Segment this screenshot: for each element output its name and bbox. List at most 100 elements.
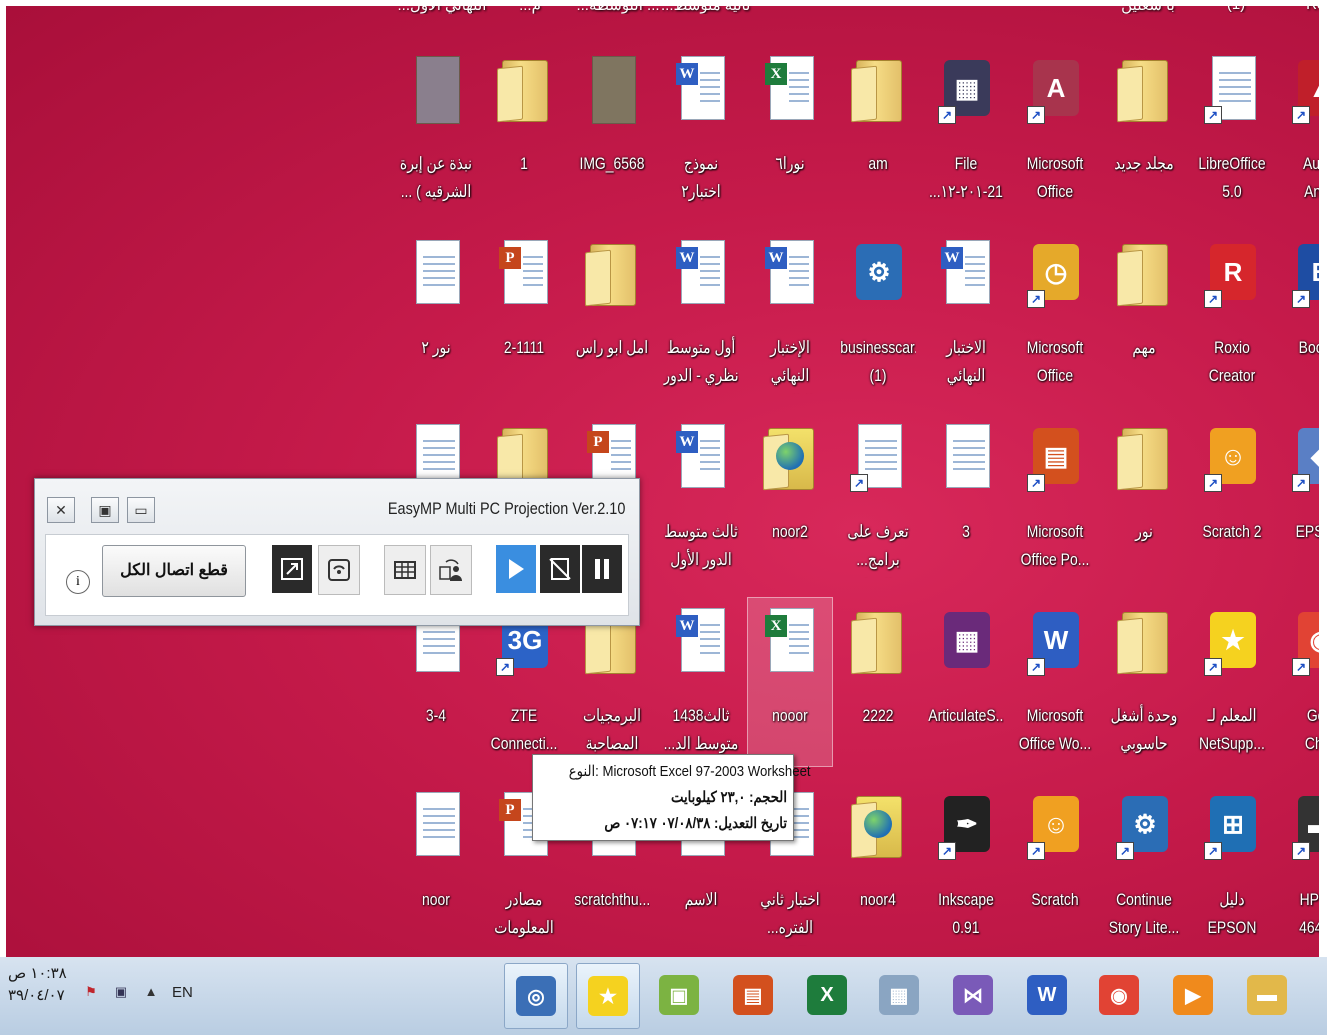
- desktop-icon[interactable]: Xnooor: [747, 597, 833, 767]
- shortcut-arrow-icon: ↗: [1027, 474, 1045, 492]
- disconnect-all-button[interactable]: قطع اتصال الكل: [102, 545, 246, 597]
- layout-button[interactable]: [384, 545, 426, 595]
- taskbar-powerpoint-button[interactable]: ▤: [722, 963, 784, 1027]
- desktop-icon[interactable]: noor: [394, 782, 478, 950]
- no-display-icon: [549, 558, 571, 580]
- desktop-icon[interactable]: مجلد جديد: [1102, 46, 1186, 214]
- powerpoint-icon: ▤: [733, 975, 773, 1015]
- desktop-icon[interactable]: W ثالث متوسط الدور الأول: [659, 414, 743, 582]
- desktop-icon-label: Microsoft Office Wo...: [1018, 706, 1092, 753]
- network-icon[interactable]: ▣: [112, 983, 130, 1001]
- shortcut-arrow-icon: ↗: [1204, 106, 1222, 124]
- desktop-icon[interactable]: X نورا٦: [748, 46, 832, 214]
- desktop-icon[interactable]: ☺ ↗ Scratch: [1013, 782, 1097, 950]
- desktop-icon[interactable]: ▦ ArticulateS...: [924, 598, 1008, 766]
- clock[interactable]: ١٠:٣٨ ص ٣٩/٠٤/٠٧: [8, 963, 67, 1007]
- taskbar-calculator-button[interactable]: ▦: [868, 963, 930, 1027]
- desktop-icon[interactable]: W ثالث1438 ...متوسط الد: [659, 598, 743, 766]
- users-button[interactable]: [430, 545, 472, 595]
- users-icon: [439, 559, 462, 581]
- desktop-icon[interactable]: ◆↗ EPSON: [1278, 414, 1319, 582]
- pause-button[interactable]: [582, 545, 622, 593]
- desktop-icon[interactable]: ⚙ businesscar... (1): [836, 230, 920, 398]
- desktop-icon-label: File ...٢٠١-١٢-21: [929, 154, 1003, 201]
- app-icon: ▲↗: [1290, 56, 1319, 124]
- desktop-icon[interactable]: noor4: [836, 782, 920, 950]
- document-icon: [406, 792, 466, 858]
- desktop-icon[interactable]: نبذة عن إبرة ... ( الشرقيه: [394, 46, 478, 214]
- desktop-icon[interactable]: B↗ Bookin: [1278, 230, 1319, 398]
- taskbar-easymp-button[interactable]: ◎: [504, 963, 568, 1029]
- visual-studio-icon: ⋈: [953, 975, 993, 1015]
- excel-document-icon: X: [760, 56, 820, 122]
- image-file-icon: [406, 56, 466, 124]
- desktop-icon-label: 3: [962, 522, 970, 541]
- desktop-icon[interactable]: وحدة أشغل حاسوبي: [1102, 598, 1186, 766]
- desktop-icon[interactable]: ▬↗ HP De 4640 s: [1278, 782, 1319, 950]
- desktop-icon[interactable]: 3: [924, 414, 1008, 582]
- desktop-icon-label: Scratch 2: [1202, 522, 1262, 541]
- desktop-icon[interactable]: W أول متوسط نظري - الدور ١: [659, 230, 743, 398]
- folder-icon: [848, 56, 908, 122]
- shortcut-arrow-icon: ↗: [1204, 658, 1222, 676]
- desktop-icon[interactable]: 1: [482, 46, 566, 214]
- projection-window-button[interactable]: [272, 545, 312, 593]
- play-button[interactable]: [496, 545, 536, 593]
- desktop-icon[interactable]: ✒ ↗ Inkscape 0.91: [924, 782, 1008, 950]
- language-indicator[interactable]: EN: [172, 984, 193, 1001]
- desktop-icon[interactable]: ▤ ↗ Microsoft Office Po...: [1013, 414, 1097, 582]
- taskbar-excel-button[interactable]: X: [796, 963, 858, 1027]
- desktop-icon[interactable]: ◷↗ Microsoft Office Outl...: [1013, 230, 1097, 398]
- desktop-icon-label: Continue Story Lite...: [1108, 890, 1180, 937]
- folder-icon: [848, 608, 908, 674]
- desktop-icon-label: ZTE Connecti...: [490, 706, 558, 753]
- show-hidden-icons-icon[interactable]: ▲: [142, 983, 160, 1001]
- shortcut-arrow-icon: ↗: [1027, 106, 1045, 124]
- desktop-icon[interactable]: ☺ ↗ Scratch 2: [1190, 414, 1274, 582]
- desktop-icon[interactable]: ◉↗ Goo Chro: [1278, 598, 1319, 766]
- desktop-icon-label: أول متوسط نظري - الدور ١: [663, 338, 739, 385]
- desktop-icon[interactable]: مهم: [1102, 230, 1186, 398]
- taskbar-visual-studio-button[interactable]: ⋈: [942, 963, 1004, 1027]
- desktop-icon[interactable]: ⚙ ↗ Continue Story Lite...: [1102, 782, 1186, 950]
- close-button[interactable]: ✕: [47, 497, 75, 523]
- minimize-button[interactable]: ▭: [127, 497, 155, 523]
- taskbar-explorer-button[interactable]: ▬: [1236, 963, 1298, 1027]
- word-icon: W: [1027, 975, 1067, 1015]
- desktop-icon[interactable]: A↗ Microsoft Office Acce...: [1013, 46, 1097, 214]
- desktop-icon[interactable]: W الإختبار النهائي ...للثالث المتوس: [748, 230, 832, 398]
- desktop-icon-label: businesscar... (1): [840, 338, 915, 385]
- broadcast-button[interactable]: [318, 545, 360, 595]
- desktop-icon[interactable]: ↗ تعرف على ...برامج الجدا: [836, 414, 920, 582]
- desktop-icon[interactable]: ⊞↗ دليل EPSON Perfectio...: [1190, 782, 1274, 950]
- desktop-icon[interactable]: R↗ Roxio Creator Starter: [1190, 230, 1274, 398]
- desktop-icon[interactable]: IMG_6568: [570, 46, 654, 214]
- info-button[interactable]: i: [66, 570, 90, 594]
- restore-button[interactable]: ▣: [91, 497, 119, 523]
- taskbar-netsupport-button[interactable]: ★: [576, 963, 640, 1029]
- desktop-icon[interactable]: ↗ LibreOffice 5.0: [1190, 46, 1274, 214]
- desktop-icon[interactable]: am: [836, 46, 920, 214]
- taskbar-android-button[interactable]: ▣: [648, 963, 710, 1027]
- shortcut-arrow-icon: ↗: [850, 474, 868, 492]
- desktop-icon-label: noor2: [772, 522, 808, 541]
- desktop-icon[interactable]: ★ ↗ المعلم لـ NetSupp...: [1190, 598, 1274, 766]
- desktop-icon[interactable]: W ↗ Microsoft Office Wo...: [1013, 598, 1097, 766]
- desktop-icon[interactable]: نور ٢: [394, 230, 478, 398]
- desktop-icon-label: ثالث متوسط الدور الأول: [664, 522, 738, 569]
- taskbar-chrome-button[interactable]: ◉: [1088, 963, 1150, 1027]
- desktop-icon[interactable]: P 2-1111: [482, 230, 566, 398]
- desktop-icon[interactable]: W الاختبار النهائي ... ثاني متوسط: [924, 230, 1008, 398]
- desktop-icon[interactable]: ▲↗ Auror Anim: [1278, 46, 1319, 214]
- desktop-icon[interactable]: 2222: [836, 598, 920, 766]
- desktop-icon[interactable]: نور: [1102, 414, 1186, 582]
- desktop-icon[interactable]: امل ابو راس: [570, 230, 654, 398]
- taskbar-word-button[interactable]: W: [1016, 963, 1078, 1027]
- taskbar-media-button[interactable]: ▶: [1162, 963, 1224, 1027]
- desktop-icon[interactable]: W نموذج اختبار٢: [659, 46, 743, 214]
- flag-icon[interactable]: ⚑: [82, 983, 100, 1001]
- desktop-icon[interactable]: noor2: [748, 414, 832, 582]
- stop-button[interactable]: [540, 545, 580, 593]
- web-folder-icon: [760, 424, 820, 490]
- desktop-icon[interactable]: ▦ ↗ File ...٢٠١-١٢-21: [924, 46, 1008, 214]
